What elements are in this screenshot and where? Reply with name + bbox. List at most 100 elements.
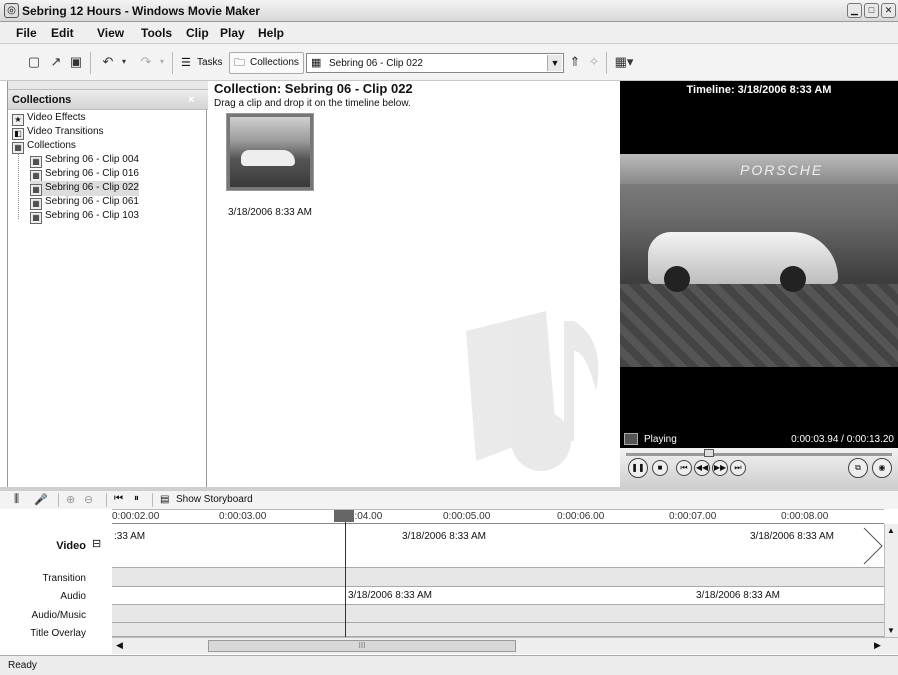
redo-dropdown-icon[interactable]: ▾ xyxy=(154,54,170,70)
tree-line xyxy=(18,153,19,219)
tree-item-label: Video Transitions xyxy=(27,126,104,137)
play-timeline-icon[interactable]: ⏸ xyxy=(134,493,139,504)
menu-help[interactable]: Help xyxy=(258,26,284,40)
storyboard-icon[interactable]: ▤ xyxy=(160,494,169,505)
chevron-down-icon[interactable]: ▼ xyxy=(547,55,562,71)
title-overlay-track[interactable] xyxy=(112,623,884,637)
rewind-timeline-icon[interactable]: ⏮ xyxy=(114,493,123,504)
toolbar-separator xyxy=(606,52,607,74)
minimize-icon[interactable]: ▁ xyxy=(847,3,862,18)
open-project-icon[interactable]: ↗ xyxy=(48,54,64,70)
tree-item-clip-103[interactable]: ▦ Sebring 06 - Clip 103 xyxy=(30,209,139,224)
menu-view[interactable]: View xyxy=(97,26,124,40)
close-icon[interactable]: ✕ xyxy=(881,3,896,18)
video-track[interactable]: :33 AM 3/18/2006 8:33 AM 3/18/2006 8:33 … xyxy=(112,524,884,568)
track-label-audio: Audio xyxy=(60,591,86,602)
undo-icon[interactable]: ↶ xyxy=(100,54,116,70)
seek-handle[interactable] xyxy=(704,449,714,457)
save-icon[interactable]: ▣ xyxy=(68,54,84,70)
timeline-ruler[interactable]: 0:00:02.00 0:00:03.00 0:00:04.00 0:00:05… xyxy=(112,509,884,524)
movie-maker-watermark-icon xyxy=(466,311,599,471)
up-one-level-icon[interactable]: ⇑ xyxy=(567,54,583,70)
video-clip-label: 3/18/2006 8:33 AM xyxy=(402,531,486,542)
checkered-floor xyxy=(620,284,898,367)
track-label-title-overlay: Title Overlay xyxy=(30,628,86,639)
split-clip-icon[interactable]: ⧉ xyxy=(848,458,868,478)
content-pane: Collection: Sebring 06 - Clip 022 Drag a… xyxy=(208,81,620,487)
playhead-handle[interactable] xyxy=(334,510,354,522)
tree-item-video-transitions[interactable]: ◧ Video Transitions xyxy=(12,125,104,140)
movie-maker-icon: ◎ xyxy=(4,3,19,18)
tree-item-clip-061[interactable]: ▦ Sebring 06 - Clip 061 xyxy=(30,195,139,210)
transition-track[interactable] xyxy=(112,568,884,587)
toolbar: ▢ ↗ ▣ ↶ ▾ ↷ ▾ ☰ Tasks 🗀 Collections ▦ Sebr… xyxy=(0,44,898,81)
scroll-thumb-grip: III xyxy=(358,641,366,650)
collection-select-value: Sebring 06 - Clip 022 xyxy=(329,58,423,69)
next-frame-icon[interactable]: ⏭ xyxy=(730,460,746,476)
menu-play[interactable]: Play xyxy=(220,26,245,40)
tasks-button[interactable]: ☰ Tasks xyxy=(176,52,228,74)
set-audio-levels-icon[interactable]: ⫼ xyxy=(14,493,19,506)
audio-track[interactable]: 3/18/2006 8:33 AM 3/18/2006 8:33 AM xyxy=(112,587,884,605)
tree-item-label: Sebring 06 - Clip 103 xyxy=(45,210,139,221)
tree-item-label: Sebring 06 - Clip 004 xyxy=(45,154,139,165)
seek-bar[interactable] xyxy=(626,453,892,456)
collection-icon: ▦ xyxy=(311,57,322,69)
collections-header-label: Collections xyxy=(12,94,72,106)
playback-time: 0:00:03.94 / 0:00:13.20 xyxy=(791,434,894,445)
collection-icon: ▦ xyxy=(30,212,42,224)
preview-monitor: Timeline: 3/18/2006 8:33 AM PORSCHE Play… xyxy=(620,81,898,487)
playback-controls: ❚❚ ■ ⏮ ◀◀ ▶▶ ⏭ ⧉ ◉ xyxy=(620,448,898,487)
timeline-toolbar: ⫼ 🎤 ⊕ ⊖ ⏮ ⏸ ▤ Show Storyboard xyxy=(0,491,898,509)
narrate-icon[interactable]: 🎤 xyxy=(34,493,48,506)
collections-pane: Collections × ★ Video Effects ◧ Video Tran… xyxy=(7,81,208,487)
vertical-scrollbar[interactable]: ▲ ▼ xyxy=(884,524,898,640)
toolbar-separator xyxy=(172,52,173,74)
video-clip-label: 3/18/2006 8:33 AM xyxy=(750,531,834,542)
clip-thumbnail[interactable] xyxy=(226,113,314,191)
tree-item-collections[interactable]: ▦ Collections xyxy=(12,139,76,154)
tree-item-video-effects[interactable]: ★ Video Effects xyxy=(12,111,86,126)
zoom-in-icon[interactable]: ⊕ xyxy=(66,493,75,506)
scroll-up-icon[interactable]: ▲ xyxy=(887,526,895,535)
scroll-right-icon[interactable]: ▶ xyxy=(874,640,881,651)
scroll-thumb[interactable]: III xyxy=(208,640,516,652)
tree-item-clip-004[interactable]: ▦ Sebring 06 - Clip 004 xyxy=(30,153,139,168)
ruler-tick: 0:00:03.00 xyxy=(219,511,267,522)
ruler-tick: 0:00:02.00 xyxy=(112,511,160,522)
clip-label: 3/18/2006 8:33 AM xyxy=(228,207,312,218)
show-storyboard-button[interactable]: Show Storyboard xyxy=(176,494,253,505)
menu-edit[interactable]: Edit xyxy=(51,26,74,40)
previous-frame-icon[interactable]: ⏮ xyxy=(676,460,692,476)
tree-item-clip-022[interactable]: ▦ Sebring 06 - Clip 022 xyxy=(30,181,139,196)
redo-icon[interactable]: ↷ xyxy=(138,54,154,70)
horizontal-scrollbar[interactable]: ◀ III ▶ xyxy=(112,637,898,654)
maximize-icon[interactable]: □ xyxy=(864,3,879,18)
audio-clip-label: 3/18/2006 8:33 AM xyxy=(696,590,780,601)
tasks-label: Tasks xyxy=(197,57,223,68)
audio-music-track[interactable] xyxy=(112,605,884,623)
new-project-icon[interactable]: ▢ xyxy=(26,54,42,70)
tree-item-label: Collections xyxy=(27,140,76,151)
close-pane-icon[interactable]: × xyxy=(188,94,194,106)
rewind-icon[interactable]: ◀◀ xyxy=(694,460,710,476)
stop-icon[interactable]: ■ xyxy=(652,460,668,476)
menu-clip[interactable]: Clip xyxy=(186,26,209,40)
collection-select[interactable]: ▦ Sebring 06 - Clip 022 ▼ xyxy=(306,53,564,73)
forward-icon[interactable]: ▶▶ xyxy=(712,460,728,476)
new-collection-icon[interactable]: ✧ xyxy=(586,54,602,70)
menu-bar: File Edit View Tools Clip Play Help xyxy=(0,22,898,44)
scroll-left-icon[interactable]: ◀ xyxy=(116,640,123,651)
pause-icon[interactable]: ❚❚ xyxy=(628,458,648,478)
menu-tools[interactable]: Tools xyxy=(141,26,172,40)
tree-item-label: Sebring 06 - Clip 061 xyxy=(45,196,139,207)
zoom-out-icon[interactable]: ⊖ xyxy=(84,493,93,506)
take-picture-icon[interactable]: ◉ xyxy=(872,458,892,478)
collections-button[interactable]: 🗀 Collections xyxy=(229,52,304,74)
collapse-video-icon[interactable]: ⊟ xyxy=(92,537,101,550)
views-icon[interactable]: ▦▾ xyxy=(612,54,636,70)
scroll-down-icon[interactable]: ▼ xyxy=(887,626,895,635)
menu-file[interactable]: File xyxy=(16,26,37,40)
tree-item-clip-016[interactable]: ▦ Sebring 06 - Clip 016 xyxy=(30,167,139,182)
undo-dropdown-icon[interactable]: ▾ xyxy=(116,54,132,70)
